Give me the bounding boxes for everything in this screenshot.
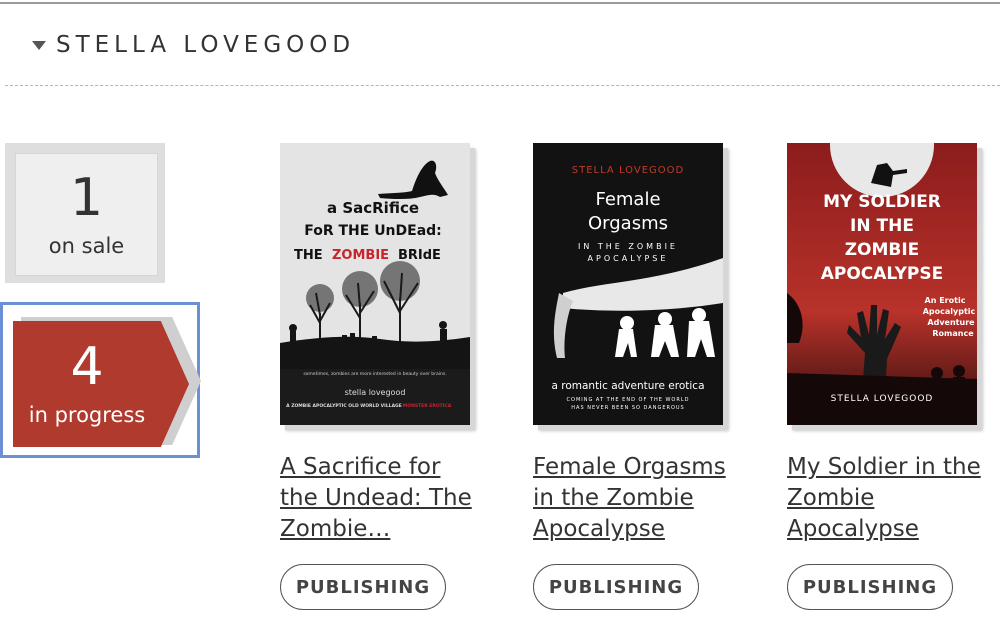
publishing-status-button[interactable]: PUBLISHING bbox=[787, 564, 953, 610]
collapse-triangle-icon bbox=[32, 40, 46, 50]
cover-tag-2: HAS NEVER BEEN SO DANGEROUS bbox=[571, 405, 684, 411]
cover-series-a: A ZOMBIE APOCALYPTIC OLD WORLD VILLAGE bbox=[286, 403, 402, 409]
cover-line-3: ZOMBIE bbox=[845, 240, 920, 260]
dashed-divider bbox=[5, 85, 1000, 86]
cover-tagline: sometimes, zombies are more interested i… bbox=[303, 371, 446, 377]
cover-sub-3: Adventure bbox=[927, 318, 975, 327]
cover-line-3b: ZOMBIE bbox=[332, 248, 389, 263]
cover-line-3: IN THE ZOMBIE bbox=[578, 242, 678, 251]
cover-line-3a: THE bbox=[294, 248, 323, 263]
book-cover-my-soldier[interactable]: MY SOLDIER IN THE ZOMBIE APOCALYPSE An E… bbox=[787, 143, 977, 425]
cover-author: STELLA LOVEGOOD bbox=[831, 394, 934, 404]
cover-tag-1: COMING AT THE END OF THE WORLD bbox=[567, 397, 690, 403]
cover-line-3c: BRIdE bbox=[398, 248, 441, 263]
cover-author: STELLA LOVEGOOD bbox=[572, 165, 684, 176]
in-progress-count: 4 bbox=[70, 337, 104, 397]
cover-line-1: a SacRifice bbox=[327, 199, 419, 217]
in-progress-label: in progress bbox=[28, 403, 146, 427]
book-title-link[interactable]: Female Orgasms in the Zombie Apocalypse bbox=[533, 452, 738, 545]
publishing-status-button[interactable]: PUBLISHING bbox=[280, 564, 446, 610]
cover-line-2: IN THE bbox=[850, 216, 914, 236]
publishing-status-button[interactable]: PUBLISHING bbox=[533, 564, 699, 610]
author-section-toggle[interactable]: STELLA LOVEGOOD bbox=[32, 30, 355, 60]
cover-author: stella lovegood bbox=[345, 388, 406, 397]
cover-line-4: APOCALYPSE bbox=[821, 264, 944, 284]
on-sale-label: on sale bbox=[48, 233, 125, 258]
cover-sub-2: Apocalyptic bbox=[923, 307, 976, 316]
cover-line-4: APOCALYPSE bbox=[588, 254, 669, 263]
book-cover-sacrifice[interactable]: a SacRifice FoR THE UnDEad: THE ZOMBIE B… bbox=[280, 143, 470, 425]
cover-line-2: FoR THE UnDEad: bbox=[304, 223, 442, 239]
cover-line-1: MY SOLDIER bbox=[823, 192, 941, 212]
book-cover-female-orgasms[interactable]: STELLA LOVEGOOD Female Orgasms IN THE ZO… bbox=[533, 143, 723, 425]
cover-subtitle: a romantic adventure erotica bbox=[551, 380, 704, 392]
cover-line-1: Female bbox=[595, 189, 660, 210]
cover-sub-1: An Erotic bbox=[925, 296, 966, 305]
book-title-link[interactable]: A Sacrifice for the Undead: The Zombie… bbox=[280, 452, 485, 545]
on-sale-tile[interactable]: 1 on sale bbox=[5, 143, 165, 283]
on-sale-count: 1 bbox=[69, 167, 104, 228]
in-progress-tile[interactable]: 4 in progress bbox=[0, 302, 201, 458]
book-title-link[interactable]: My Soldier in the Zombie Apocalypse bbox=[787, 452, 992, 545]
author-name: STELLA LOVEGOOD bbox=[56, 32, 356, 58]
cover-series-b: MONSTER EROTICA bbox=[403, 403, 452, 409]
top-divider bbox=[0, 2, 1000, 4]
cover-line-2: Orgasms bbox=[588, 213, 668, 234]
cover-sub-4: Romance bbox=[932, 329, 974, 338]
